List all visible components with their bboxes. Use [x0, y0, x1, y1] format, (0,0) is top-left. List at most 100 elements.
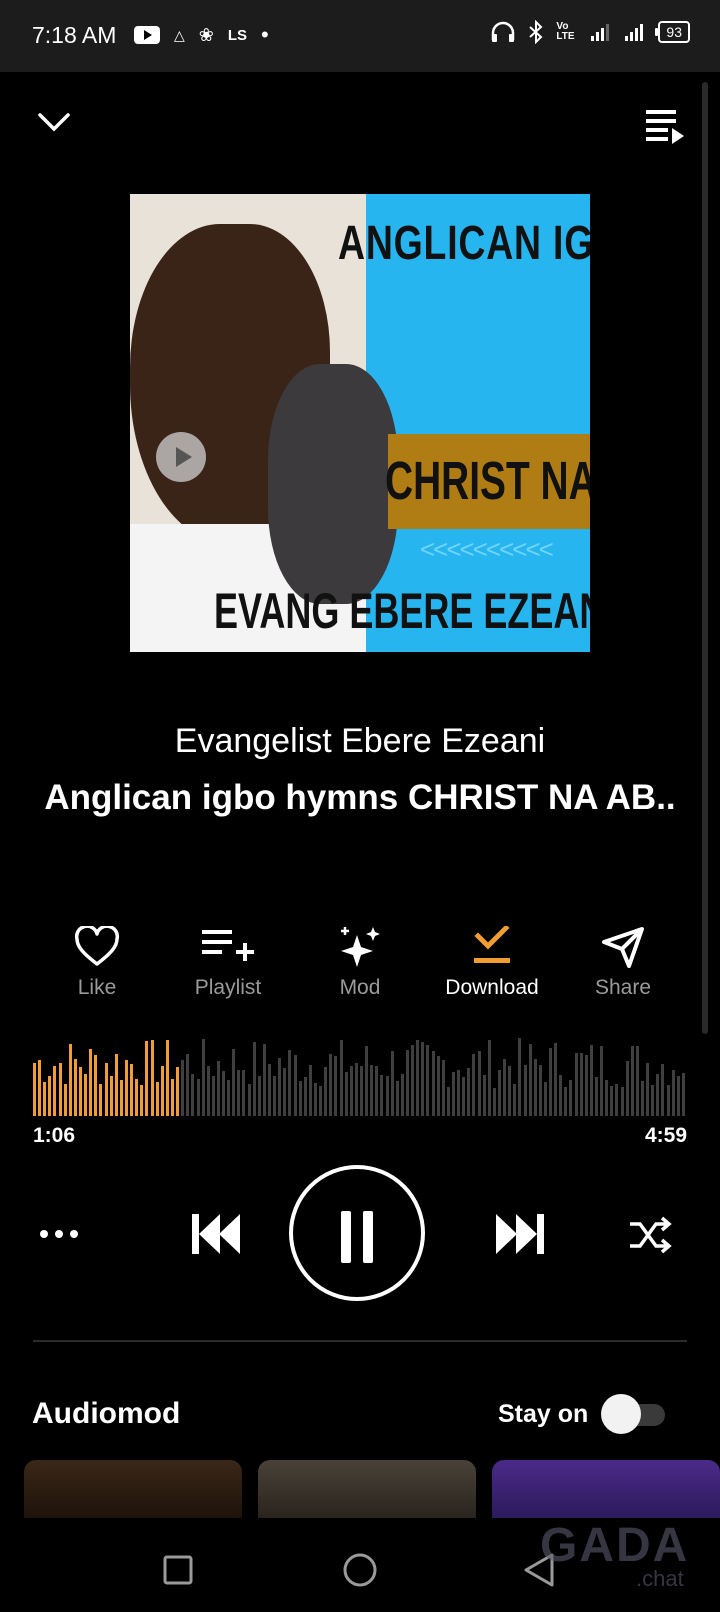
toggle-knob — [601, 1394, 641, 1434]
headphones-icon — [492, 21, 515, 42]
audiomod-card-3[interactable] — [492, 1460, 720, 1518]
club-badge-icon: ❀ — [198, 24, 214, 45]
waveform-bar — [273, 1076, 277, 1116]
waveform-bar — [595, 1077, 599, 1116]
waveform-bar — [411, 1045, 415, 1116]
recents-button[interactable] — [162, 1554, 194, 1591]
ls-icon: LS — [227, 26, 248, 44]
waveform-bar — [242, 1070, 246, 1116]
cover-chevrons: <<<<<<<<<< — [420, 534, 554, 564]
waveform-bar — [492, 1088, 496, 1116]
waveform-bar — [257, 1076, 261, 1116]
video-play-icon[interactable] — [156, 432, 206, 482]
dot-icon: • — [261, 22, 269, 47]
waveform-bar — [232, 1049, 236, 1116]
waveform-bar — [211, 1076, 215, 1116]
cover-line-3: EVANG EBERE EZEANI — [214, 583, 590, 639]
artist-name[interactable]: Evangelist Ebere Ezeani — [0, 722, 720, 761]
like-label: Like — [77, 976, 117, 999]
audiomod-card-2[interactable] — [258, 1460, 476, 1518]
signal-1-icon — [591, 24, 610, 41]
waveform-bar — [186, 1054, 190, 1116]
waveform-bar — [482, 1075, 486, 1116]
waveform-bar — [625, 1061, 629, 1116]
current-time: 1:06 — [33, 1124, 76, 1147]
more-options-button[interactable] — [38, 1226, 80, 1247]
pause-icon — [341, 1211, 351, 1263]
waveform-bar — [615, 1084, 619, 1116]
audiomod-card-1[interactable] — [24, 1460, 242, 1518]
waveform-bar — [569, 1080, 573, 1116]
waveform-bar — [600, 1046, 604, 1116]
waveform-bar — [33, 1063, 36, 1116]
waveform-bar — [523, 1065, 527, 1116]
scrollbar[interactable] — [702, 82, 708, 1034]
waveform-bar — [308, 1065, 312, 1116]
waveform-bar — [293, 1055, 297, 1116]
waveform-bar — [170, 1079, 174, 1116]
waveform-bar — [247, 1084, 251, 1116]
signal-2-icon — [625, 24, 644, 41]
share-button[interactable]: Share — [553, 924, 693, 1000]
cover-line-2: CHRIST NA — [385, 451, 590, 511]
waveform-bar — [380, 1075, 384, 1116]
waveform-bar — [201, 1039, 205, 1116]
waveform-bar — [43, 1082, 47, 1116]
waveform-bar — [441, 1060, 445, 1116]
waveform-bar — [462, 1077, 466, 1116]
skip-next-icon — [496, 1214, 544, 1254]
waveform-bar — [109, 1076, 113, 1116]
add-to-playlist-button[interactable]: Playlist — [158, 924, 298, 1000]
waveform-bar — [324, 1067, 328, 1116]
waveform-bar — [610, 1086, 614, 1116]
shuffle-icon — [630, 1216, 672, 1254]
home-button[interactable] — [342, 1552, 378, 1593]
mod-button[interactable]: Mod — [290, 924, 430, 1000]
waveform-bar — [78, 1067, 82, 1116]
waveform-bar — [666, 1085, 670, 1116]
waveform-bar — [334, 1056, 338, 1116]
waveform-bar — [104, 1063, 108, 1116]
waveform-bar — [385, 1076, 389, 1116]
waveform-bar — [344, 1072, 348, 1116]
waveform-bar — [114, 1054, 118, 1116]
next-track-button[interactable] — [494, 1212, 546, 1261]
like-button[interactable]: Like — [27, 924, 167, 1000]
waveform-bar — [676, 1076, 680, 1116]
waveform-seekbar[interactable] — [33, 1038, 685, 1116]
queue-button[interactable] — [644, 106, 686, 151]
heart-icon — [74, 926, 120, 966]
shuffle-button[interactable] — [628, 1216, 672, 1259]
waveform-bar — [646, 1063, 650, 1116]
microphone-image — [268, 364, 398, 604]
share-send-icon — [602, 927, 644, 968]
waveform-bar — [288, 1050, 292, 1116]
stay-on-toggle[interactable] — [601, 1394, 665, 1434]
stay-on-label: Stay on — [498, 1400, 589, 1428]
waveform-bar — [145, 1041, 149, 1116]
share-label: Share — [594, 976, 652, 999]
waveform-bar — [559, 1075, 563, 1116]
divider — [33, 1340, 687, 1342]
waveform-bar — [283, 1068, 287, 1116]
waveform-bar — [99, 1084, 103, 1116]
waveform-bar — [635, 1046, 639, 1116]
bluetooth-icon — [529, 20, 543, 44]
warning-icon: △ — [174, 26, 185, 43]
waveform-bar — [354, 1063, 358, 1116]
waveform-bar — [405, 1050, 409, 1116]
waveform-bar — [503, 1059, 507, 1116]
collapse-player-button[interactable] — [36, 110, 72, 139]
waveform-bar — [319, 1086, 323, 1116]
waveform-bar — [554, 1043, 558, 1116]
waveform-bar — [227, 1080, 231, 1116]
waveform-bar — [365, 1046, 369, 1116]
waveform-bar — [165, 1040, 169, 1116]
waveform-bar — [370, 1065, 374, 1116]
download-button[interactable]: Download — [422, 924, 562, 1000]
waveform-bar — [349, 1066, 353, 1116]
waveform-bar — [543, 1082, 547, 1116]
pause-button[interactable] — [289, 1165, 425, 1301]
previous-track-button[interactable] — [190, 1212, 242, 1261]
waveform-bar — [508, 1066, 512, 1116]
